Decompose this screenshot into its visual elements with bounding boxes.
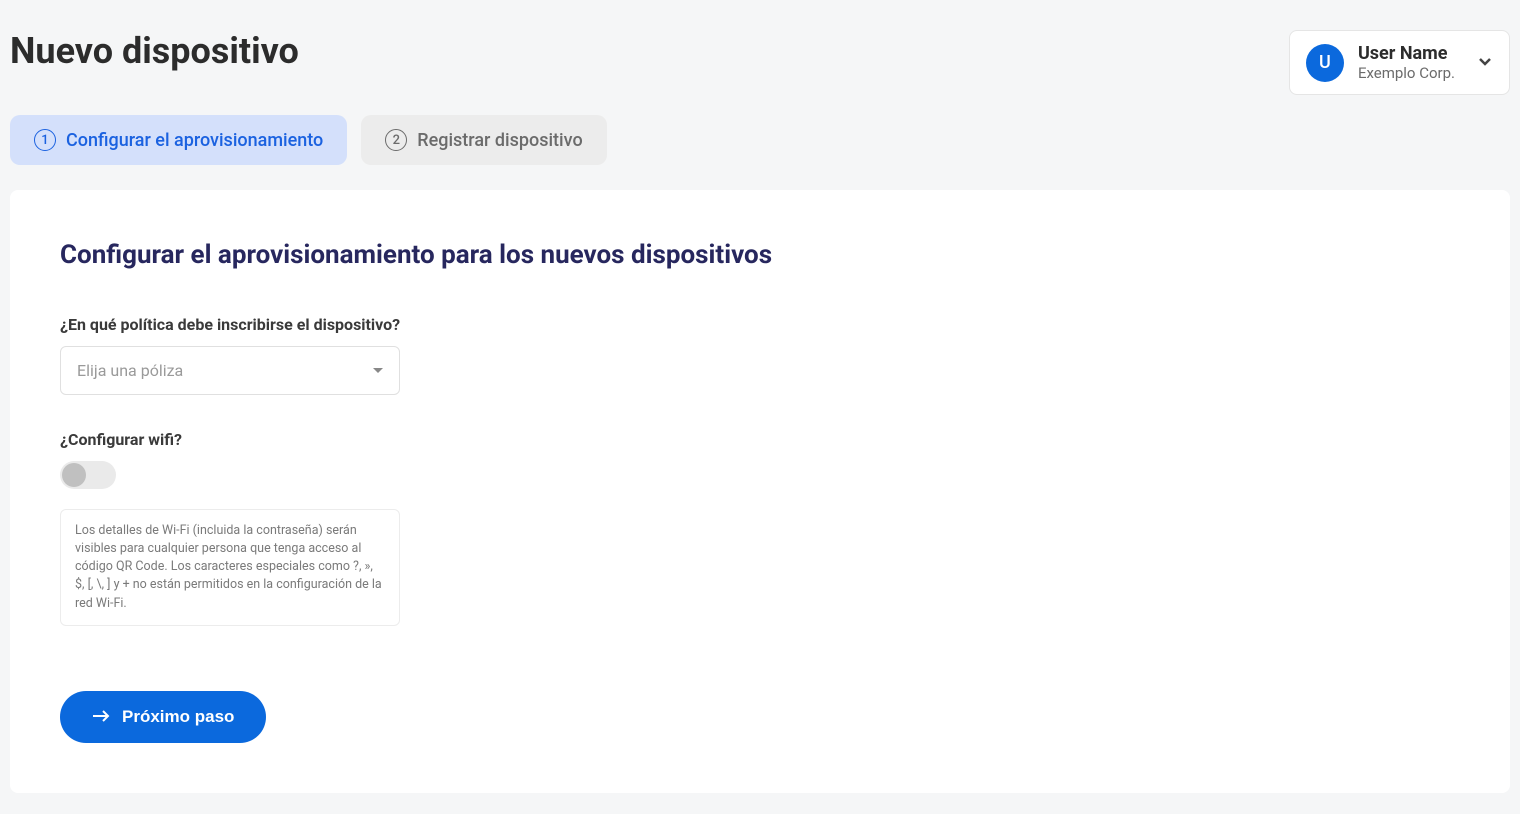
page-title: Nuevo dispositivo <box>10 30 299 72</box>
main-panel: Configurar el aprovisionamiento para los… <box>10 190 1510 793</box>
tab-register-device[interactable]: 2 Registrar dispositivo <box>361 115 606 165</box>
step-number-icon: 1 <box>34 129 56 151</box>
tab-configure-provisioning[interactable]: 1 Configurar el aprovisionamiento <box>10 115 347 165</box>
chevron-down-icon <box>1477 53 1493 73</box>
user-menu[interactable]: U User Name Exemplo Corp. <box>1289 30 1510 95</box>
panel-title: Configurar el aprovisionamiento para los… <box>60 240 1460 270</box>
wifi-toggle[interactable] <box>60 461 116 489</box>
toggle-knob <box>62 463 86 487</box>
next-button-label: Próximo paso <box>122 707 234 727</box>
tab-label: Registrar dispositivo <box>417 130 582 151</box>
tab-label: Configurar el aprovisionamiento <box>66 130 323 151</box>
user-name: User Name <box>1358 43 1455 64</box>
policy-label: ¿En qué política debe inscribirse el dis… <box>60 315 1460 334</box>
policy-select[interactable]: Elija una póliza <box>60 346 400 395</box>
policy-select-placeholder: Elija una póliza <box>77 361 183 380</box>
wifi-label: ¿Configurar wifi? <box>60 430 1460 449</box>
next-step-button[interactable]: Próximo paso <box>60 691 266 743</box>
step-number-icon: 2 <box>385 129 407 151</box>
user-company: Exemplo Corp. <box>1358 64 1455 82</box>
wifi-info-box: Los detalles de Wi-Fi (incluida la contr… <box>60 509 400 626</box>
avatar: U <box>1306 44 1344 82</box>
arrow-right-icon <box>92 707 110 727</box>
dropdown-caret-icon <box>373 368 383 373</box>
